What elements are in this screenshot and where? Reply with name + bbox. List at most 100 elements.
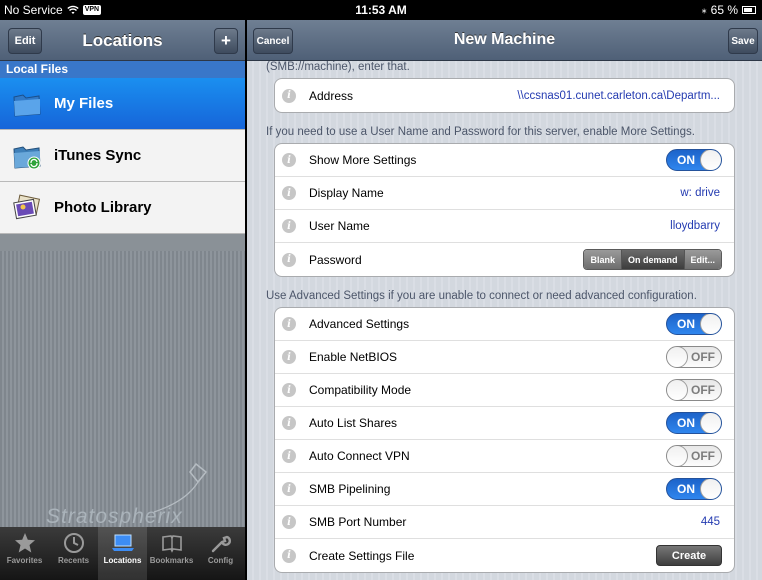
auto-list-shares-toggle[interactable]: ON	[666, 412, 722, 434]
info-icon[interactable]: i	[282, 416, 296, 430]
show-more-settings-toggle[interactable]: ON	[666, 149, 722, 171]
user-name-label: User Name	[309, 219, 370, 233]
book-icon	[161, 535, 182, 553]
location-label: My Files	[54, 95, 114, 112]
location-item-itunes-sync[interactable]: iTunes Sync	[0, 130, 245, 182]
auto-list-shares-row: i Auto List Shares ON	[275, 407, 734, 440]
info-icon[interactable]: i	[282, 153, 296, 167]
status-right: ⁎ 65 %	[702, 3, 756, 17]
brand-watermark: Stratospherix	[46, 505, 183, 528]
info-icon[interactable]: i	[282, 317, 296, 331]
info-icon[interactable]: i	[282, 548, 296, 563]
password-on-demand-segment[interactable]: On demand	[621, 250, 685, 269]
create-settings-file-label: Create Settings File	[309, 548, 415, 563]
address-row[interactable]: i Address \\ccsnas01.cunet.carleton.ca\D…	[275, 79, 734, 112]
toggle-knob	[700, 479, 721, 499]
advanced-settings-toggle[interactable]: ON	[666, 313, 722, 335]
compatibility-mode-toggle[interactable]: OFF	[666, 379, 722, 401]
smb-port-number-value: 445	[700, 516, 720, 528]
user-name-row[interactable]: i User Name lloydbarry	[275, 210, 734, 243]
create-settings-file-button[interactable]: Create	[656, 545, 722, 566]
toggle-state: ON	[677, 317, 695, 331]
enable-netbios-toggle[interactable]: OFF	[666, 346, 722, 368]
toggle-state: ON	[677, 482, 695, 496]
tab-recents[interactable]: Recents	[49, 527, 98, 580]
compatibility-mode-row: i Compatibility Mode OFF	[275, 374, 734, 407]
battery-icon	[742, 6, 756, 14]
more-settings-group: i Show More Settings ON i Display Name w…	[274, 143, 735, 277]
star-icon	[14, 533, 35, 553]
location-item-my-files[interactable]: My Files	[0, 78, 245, 130]
password-mode-segmented-control: Blank On demand Edit...	[583, 249, 722, 270]
location-label: iTunes Sync	[54, 147, 142, 164]
advanced-settings-label: Advanced Settings	[309, 317, 410, 331]
info-icon[interactable]: i	[282, 515, 296, 529]
tab-bookmarks[interactable]: Bookmarks	[147, 527, 196, 580]
auto-connect-vpn-row: i Auto Connect VPN OFF	[275, 440, 734, 473]
credentials-caption: If you need to use a User Name and Passw…	[266, 126, 695, 138]
new-machine-nav-bar: Cancel New Machine Save	[247, 20, 762, 61]
smb-hint-caption: (SMB://machine), enter that.	[266, 61, 410, 73]
add-location-button[interactable]: +	[214, 28, 238, 54]
address-value: \\ccsnas01.cunet.carleton.ca\Departm...	[517, 89, 720, 102]
new-machine-panel: Cancel New Machine Save (SMB://machine),…	[247, 20, 762, 580]
local-files-header: Local Files	[0, 61, 245, 78]
locations-title: Locations	[82, 31, 163, 50]
auto-connect-vpn-toggle[interactable]: OFF	[666, 445, 722, 467]
user-name-value: lloydbarry	[670, 220, 720, 232]
tab-bar: Favorites Recents Locations Bookmarks Co…	[0, 527, 245, 580]
auto-connect-vpn-label: Auto Connect VPN	[309, 449, 410, 463]
save-button[interactable]: Save	[728, 28, 758, 54]
folder-icon	[13, 93, 41, 117]
advanced-caption: Use Advanced Settings if you are unable …	[266, 290, 697, 302]
info-icon[interactable]: i	[282, 186, 296, 200]
info-icon[interactable]: i	[282, 383, 296, 397]
show-more-settings-row: i Show More Settings ON	[275, 144, 734, 177]
settings-scroll-view[interactable]: (SMB://machine), enter that. i Address \…	[247, 61, 762, 580]
enable-netbios-row: i Enable NetBIOS OFF	[275, 341, 734, 374]
info-icon[interactable]: i	[282, 219, 296, 233]
display-name-label: Display Name	[309, 186, 384, 200]
info-icon[interactable]: i	[282, 88, 296, 103]
toggle-state: OFF	[691, 383, 715, 397]
smb-pipelining-toggle[interactable]: ON	[666, 478, 722, 500]
new-machine-title: New Machine	[453, 31, 556, 48]
smb-port-number-row[interactable]: i SMB Port Number 445	[275, 506, 734, 539]
locations-nav-bar: Edit Locations +	[0, 20, 245, 61]
toggle-state: OFF	[691, 350, 715, 364]
password-label: Password	[309, 252, 362, 267]
tab-config[interactable]: Config	[196, 527, 245, 580]
bluetooth-icon: ⁎	[701, 4, 707, 16]
password-edit-segment[interactable]: Edit...	[684, 250, 721, 269]
tab-favorites[interactable]: Favorites	[0, 527, 49, 580]
tab-locations[interactable]: Locations	[98, 527, 147, 580]
password-blank-segment[interactable]: Blank	[584, 250, 622, 269]
status-time: 11:53 AM	[355, 3, 407, 17]
info-icon[interactable]: i	[282, 449, 296, 463]
location-item-photo-library[interactable]: Photo Library	[0, 182, 245, 234]
enable-netbios-label: Enable NetBIOS	[309, 350, 398, 364]
compatibility-mode-label: Compatibility Mode	[309, 383, 412, 397]
toggle-knob	[667, 446, 688, 466]
advanced-settings-group: i Advanced Settings ON i Enable NetBIOS …	[274, 307, 735, 573]
address-label: Address	[309, 88, 354, 103]
tab-label: Locations	[103, 556, 142, 565]
create-settings-file-row: i Create Settings File Create	[275, 539, 734, 572]
advanced-settings-row: i Advanced Settings ON	[275, 308, 734, 341]
info-icon[interactable]: i	[282, 350, 296, 364]
info-icon[interactable]: i	[282, 252, 296, 267]
wrench-icon	[211, 535, 231, 553]
display-name-row[interactable]: i Display Name w: drive	[275, 177, 734, 210]
tab-label: Bookmarks	[149, 556, 194, 565]
clock-icon	[63, 533, 84, 553]
toggle-knob	[667, 380, 688, 400]
itunes-sync-icon	[13, 145, 41, 169]
show-more-settings-label: Show More Settings	[309, 153, 417, 167]
smb-port-number-label: SMB Port Number	[309, 515, 407, 529]
tab-label: Favorites	[6, 556, 43, 565]
info-icon[interactable]: i	[282, 482, 296, 496]
smb-pipelining-row: i SMB Pipelining ON	[275, 473, 734, 506]
photo-library-icon	[13, 194, 41, 219]
auto-list-shares-label: Auto List Shares	[309, 416, 398, 430]
smb-pipelining-label: SMB Pipelining	[309, 482, 391, 496]
